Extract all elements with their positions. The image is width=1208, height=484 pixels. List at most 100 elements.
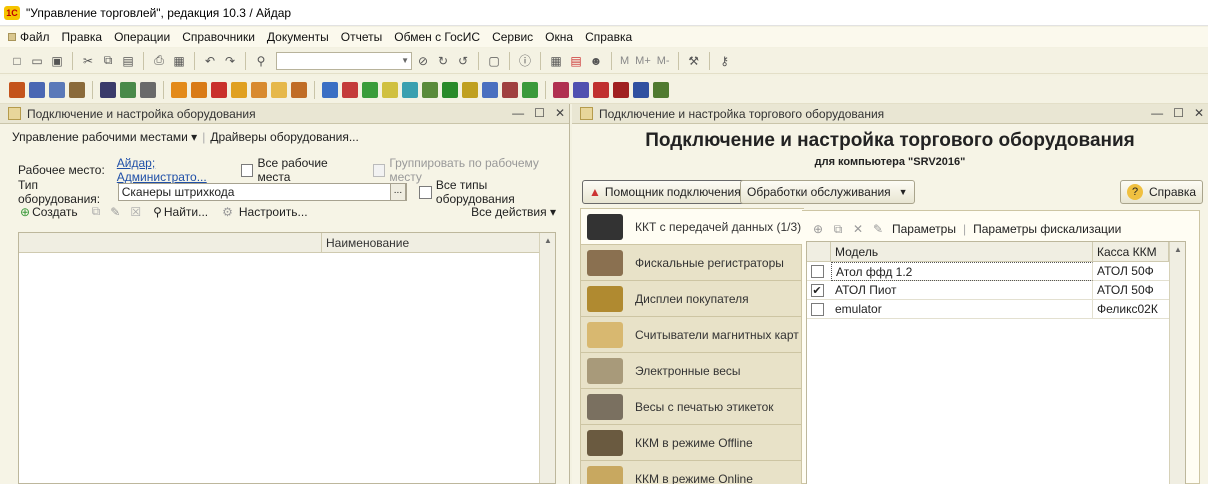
books-icon[interactable] [8,81,26,99]
save-icon[interactable]: ▣ [48,52,66,70]
column-name[interactable]: Наименование [321,233,409,253]
doc6-icon[interactable] [421,81,439,99]
calculator-icon[interactable]: ▦ [547,52,565,70]
close-icon[interactable]: ✕ [555,106,565,120]
redo-icon[interactable]: ↷ [221,52,239,70]
table-row[interactable]: ✔ АТОЛ Пиот АТОЛ 50Ф [807,280,1185,300]
doc5-icon[interactable] [401,81,419,99]
vertical-scrollbar[interactable]: ▲ [539,233,555,483]
delete-icon[interactable]: ✕ [850,221,866,237]
copy-icon[interactable]: ⧉ [92,204,101,219]
menu-file[interactable]: Файл [8,30,50,44]
cut-icon[interactable]: ✂ [79,52,97,70]
doc7-icon[interactable] [441,81,459,99]
tab-card-readers[interactable]: Считыватели магнитных карт [580,316,802,352]
calendar-icon[interactable]: ▤ [567,52,585,70]
key-icon[interactable]: ⚷ [716,52,734,70]
report6-icon[interactable] [652,81,670,99]
tab-label-scales[interactable]: Весы с печатью этикеток [580,388,802,424]
users-icon[interactable]: ☻ [587,52,605,70]
menu-reports[interactable]: Отчеты [341,30,382,44]
service-processing-button[interactable]: Обработки обслуживания ▼ [740,180,915,204]
menu-edit[interactable]: Правка [62,30,103,44]
report4-icon[interactable] [612,81,630,99]
vertical-scrollbar[interactable]: ▲ [1169,242,1185,484]
menu-documents[interactable]: Документы [267,30,329,44]
equipment-type-field[interactable]: Сканеры штрихкода ... [117,183,407,201]
catalog-icon[interactable] [28,81,46,99]
tab-customer-displays[interactable]: Дисплеи покупателя [580,280,802,316]
report3-icon[interactable] [592,81,610,99]
create-button[interactable]: Создать [32,205,78,219]
group-by-checkbox[interactable] [372,163,386,177]
close-icon[interactable]: ✕ [1194,106,1204,120]
memory-button[interactable]: M [620,55,629,67]
doc2-icon[interactable] [341,81,359,99]
open-icon[interactable]: ▭ [28,52,46,70]
paste-icon[interactable]: ▤ [119,52,137,70]
maximize-icon[interactable]: ☐ [534,106,545,120]
menu-service[interactable]: Сервис [492,30,533,44]
copy-icon[interactable]: ⧉ [99,52,117,70]
tab-kkm-offline[interactable]: ККМ в режиме Offline [580,424,802,460]
menu-operations[interactable]: Операции [114,30,170,44]
report5-icon[interactable] [632,81,650,99]
row-checkbox[interactable]: ✔ [810,283,824,297]
menu-gosis[interactable]: Обмен с ГосИС [394,30,480,44]
row-checkbox[interactable] [810,302,824,316]
fiscal-params-button[interactable]: Параметры фискализации [973,222,1121,236]
params-button[interactable]: Параметры [892,222,956,236]
goods-icon[interactable] [170,81,188,99]
catalog3-icon[interactable] [68,81,86,99]
connection-assistant-button[interactable]: ▲ Помощник подключения [582,180,748,204]
doc9-icon[interactable] [481,81,499,99]
people-icon[interactable] [99,81,117,99]
table-row[interactable]: emulator Феликс02К [807,299,1185,319]
tab-scales[interactable]: Электронные весы [580,352,802,388]
scroll-up-icon[interactable]: ▲ [540,233,556,249]
drivers-button[interactable]: Драйверы оборудования... [210,130,359,144]
memory-minus-button[interactable]: M- [657,55,670,67]
copy-icon[interactable]: ⧉ [830,221,846,237]
edit-icon[interactable]: ✎ [870,221,886,237]
catalog2-icon[interactable] [48,81,66,99]
goods6-icon[interactable] [270,81,288,99]
doc11-icon[interactable] [521,81,539,99]
all-types-checkbox[interactable] [418,185,432,199]
tools-icon[interactable]: ⚒ [685,52,703,70]
table-row[interactable]: Атол ффд 1.2 АТОЛ 50Ф [807,261,1185,281]
goods7-icon[interactable] [290,81,308,99]
manage-workplaces-button[interactable]: Управление рабочими местами ▾ [12,130,197,144]
add-icon[interactable]: ⊕ [810,221,826,237]
menu-catalogs[interactable]: Справочники [182,30,255,44]
memory-plus-button[interactable]: M+ [635,55,651,67]
edit-icon[interactable]: ✎ [110,205,120,219]
goods2-icon[interactable] [190,81,208,99]
new-icon[interactable]: □ [8,52,26,70]
goods4-icon[interactable] [230,81,248,99]
print-icon[interactable]: ⎙ [150,52,168,70]
goods5-icon[interactable] [250,81,268,99]
doc3-icon[interactable] [361,81,379,99]
delete-icon[interactable]: ☒ [130,205,141,219]
undo-icon[interactable]: ↶ [201,52,219,70]
setup-button[interactable]: Настроить... [239,205,308,219]
list-icon[interactable] [139,81,157,99]
find-icon[interactable]: ⊘ [414,52,432,70]
maximize-icon[interactable]: ☐ [1173,106,1184,120]
table-icon[interactable] [119,81,137,99]
find-button[interactable]: Найти... [164,205,208,219]
doc-icon[interactable] [321,81,339,99]
all-actions-button[interactable]: Все действия ▾ [471,205,556,219]
info-icon[interactable]: ⓘ [516,52,534,70]
tab-kkm-online[interactable]: ККМ в режиме Online [580,460,802,484]
scroll-up-icon[interactable]: ▲ [1170,242,1186,258]
kkt-table[interactable]: Модель Касса ККМ Атол ффд 1.2 АТОЛ 50Ф ✔ АТ… [806,241,1186,484]
search-combo[interactable]: ▼ [276,51,412,70]
column-model[interactable]: Модель [831,242,1093,261]
row-checkbox[interactable] [810,264,824,278]
report2-icon[interactable] [572,81,590,99]
help-button[interactable]: ? Справка [1120,180,1204,204]
preview-icon[interactable]: ▦ [170,52,188,70]
find-next-icon[interactable]: ↻ [434,52,452,70]
